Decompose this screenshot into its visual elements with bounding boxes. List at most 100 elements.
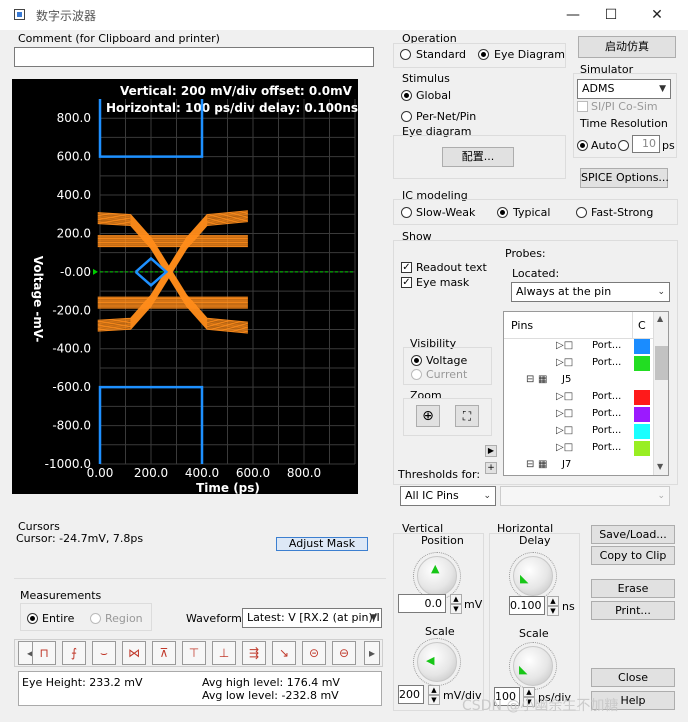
- delay-knob[interactable]: [513, 556, 553, 596]
- vertical-scale-up-icon[interactable]: ▲: [428, 685, 440, 695]
- scroll-down-icon[interactable]: ▼: [657, 462, 663, 471]
- chevron-down-icon: ⌄: [657, 491, 665, 501]
- spice-options-button[interactable]: SPICE Options...: [580, 168, 669, 188]
- position-down-icon[interactable]: ▼: [450, 604, 462, 614]
- period-tool-icon[interactable]: ⊓: [32, 641, 56, 665]
- erase-button[interactable]: Erase: [591, 579, 675, 598]
- undershoot-icon[interactable]: ⊥: [212, 641, 236, 665]
- current-radio[interactable]: [411, 369, 422, 380]
- port-icon[interactable]: ▷□: [556, 425, 573, 436]
- vertical-scale-label: Scale: [425, 625, 455, 638]
- located-select[interactable]: Always at the pin ⌄: [511, 282, 670, 302]
- delay-up-icon[interactable]: ▲: [547, 596, 559, 606]
- low-level-icon[interactable]: ⊼: [152, 641, 176, 665]
- comment-field[interactable]: [14, 47, 374, 67]
- manual-resolution-radio[interactable]: [618, 140, 629, 151]
- configure-button[interactable]: 配置...: [442, 147, 514, 167]
- expand-right-icon[interactable]: ▶: [485, 445, 497, 457]
- threshold-detail-select[interactable]: ⌄: [500, 486, 670, 506]
- run-simulation-button[interactable]: 启动仿真: [578, 36, 676, 58]
- scroll-right-icon[interactable]: ▸: [364, 641, 380, 665]
- port-icon[interactable]: ▷□: [556, 340, 573, 351]
- cursor-readout: Cursor: -24.7mV, 7.8ps: [16, 532, 144, 545]
- overshoot-icon[interactable]: ⊤: [182, 641, 206, 665]
- resolution-field[interactable]: 10: [632, 135, 660, 153]
- delay-down-icon[interactable]: ▼: [547, 606, 559, 616]
- thresholds-select[interactable]: All IC Pins ⌄: [400, 486, 496, 506]
- eye-mask-label: Eye mask: [416, 276, 470, 289]
- skew-icon[interactable]: ⇶: [242, 641, 266, 665]
- port-icon[interactable]: ▷□: [556, 442, 573, 453]
- slow-weak-radio[interactable]: [401, 207, 412, 218]
- fall-time-icon[interactable]: ⌣: [92, 641, 116, 665]
- y-axis-label: Voltage -mV-: [31, 256, 45, 343]
- pin-row[interactable]: ▷□ Port...: [504, 355, 654, 372]
- rise-time-icon[interactable]: ⨍: [62, 641, 86, 665]
- slew-icon[interactable]: ↘: [272, 641, 296, 665]
- print-button[interactable]: Print...: [591, 601, 675, 620]
- pin-row[interactable]: ▷□ Port...: [504, 389, 654, 406]
- waveform-select[interactable]: Latest: V [RX.2 (at pin)/I ▼: [242, 608, 382, 628]
- probe-color-swatch[interactable]: [634, 424, 650, 439]
- entire-radio[interactable]: [27, 613, 38, 624]
- probe-color-swatch[interactable]: [634, 407, 650, 422]
- voltage-radio[interactable]: [411, 355, 422, 366]
- port-icon[interactable]: ▷□: [556, 357, 573, 368]
- auto-radio[interactable]: [577, 140, 588, 151]
- x-tick-label: 600.0: [236, 466, 270, 480]
- simulator-select[interactable]: ADMS ▼: [577, 79, 671, 99]
- probe-color-swatch[interactable]: [634, 339, 650, 354]
- probe-color-swatch[interactable]: [634, 390, 650, 405]
- port-icon[interactable]: ▷□: [556, 391, 573, 402]
- scroll-thumb[interactable]: [655, 346, 668, 380]
- pin-label: Port...: [592, 425, 622, 436]
- typical-radio[interactable]: [497, 207, 508, 218]
- zoom-in-icon[interactable]: ⊕: [416, 405, 440, 427]
- high-level-icon[interactable]: ⋈: [122, 641, 146, 665]
- pin-row[interactable]: ⊟ ▦ J5: [504, 372, 654, 389]
- zoom-fit-icon[interactable]: ⛶: [455, 405, 479, 427]
- eye-height-icon[interactable]: ⊖: [332, 641, 356, 665]
- readout-checkbox[interactable]: ✓: [401, 262, 412, 273]
- si-pi-checkbox[interactable]: [577, 101, 588, 112]
- per-net-radio[interactable]: [401, 111, 412, 122]
- pin-row[interactable]: ▷□ Port...: [504, 423, 654, 440]
- pins-list[interactable]: Pins C ▷□ Port... ▷□ Port... ⊟ ▦ J5 ▷□ Port... ▷□…: [503, 311, 669, 476]
- scroll-up-icon[interactable]: ▲: [657, 314, 663, 323]
- fast-strong-radio[interactable]: [576, 207, 587, 218]
- probes-label: Probes:: [505, 247, 546, 260]
- collapse-icon[interactable]: ⊟: [526, 374, 534, 385]
- probe-color-swatch[interactable]: [634, 441, 650, 456]
- close-window-button[interactable]: ✕: [634, 0, 680, 30]
- eye-mask-checkbox[interactable]: ✓: [401, 277, 412, 288]
- copy-to-clip-button[interactable]: Copy to Clip: [591, 546, 675, 565]
- scope-display[interactable]: 800.0 600.0 400.0 200.0 -0.00 -200.0 -400.0 -60…: [12, 79, 358, 494]
- standard-radio[interactable]: [400, 49, 411, 60]
- pin-row[interactable]: ▷□ Port...: [504, 338, 654, 355]
- close-button[interactable]: Close: [591, 668, 675, 687]
- maximize-button[interactable]: ☐: [588, 0, 634, 30]
- region-radio[interactable]: [90, 613, 101, 624]
- pins-scrollbar[interactable]: ▲ ▼: [653, 312, 668, 475]
- save-load-button[interactable]: Save/Load...: [591, 525, 675, 544]
- delay-field[interactable]: 0.100: [509, 596, 545, 615]
- pin-label: Port...: [592, 340, 622, 351]
- collapse-icon[interactable]: ⊟: [526, 459, 534, 470]
- probe-color-swatch[interactable]: [634, 356, 650, 371]
- position-up-icon[interactable]: ▲: [450, 594, 462, 604]
- pin-row[interactable]: ▷□ Port...: [504, 440, 654, 457]
- port-icon[interactable]: ▷□: [556, 408, 573, 419]
- eye-width-icon[interactable]: ⊝: [302, 641, 326, 665]
- add-icon[interactable]: +: [485, 462, 497, 474]
- adjust-mask-button[interactable]: Adjust Mask: [276, 537, 368, 551]
- eye-diagram-radio[interactable]: [478, 49, 489, 60]
- global-radio[interactable]: [401, 90, 412, 101]
- position-field[interactable]: 0.0: [398, 594, 446, 613]
- pin-row[interactable]: ⊟ ▦ J7: [504, 457, 654, 474]
- app-icon: [14, 9, 25, 20]
- vertical-scale-field[interactable]: 200: [398, 685, 424, 704]
- vertical-scale-down-icon[interactable]: ▼: [428, 695, 440, 705]
- y-tick-label: 800.0: [57, 111, 91, 125]
- vertical-scale-knob[interactable]: [417, 642, 457, 682]
- pin-row[interactable]: ▷□ Port...: [504, 406, 654, 423]
